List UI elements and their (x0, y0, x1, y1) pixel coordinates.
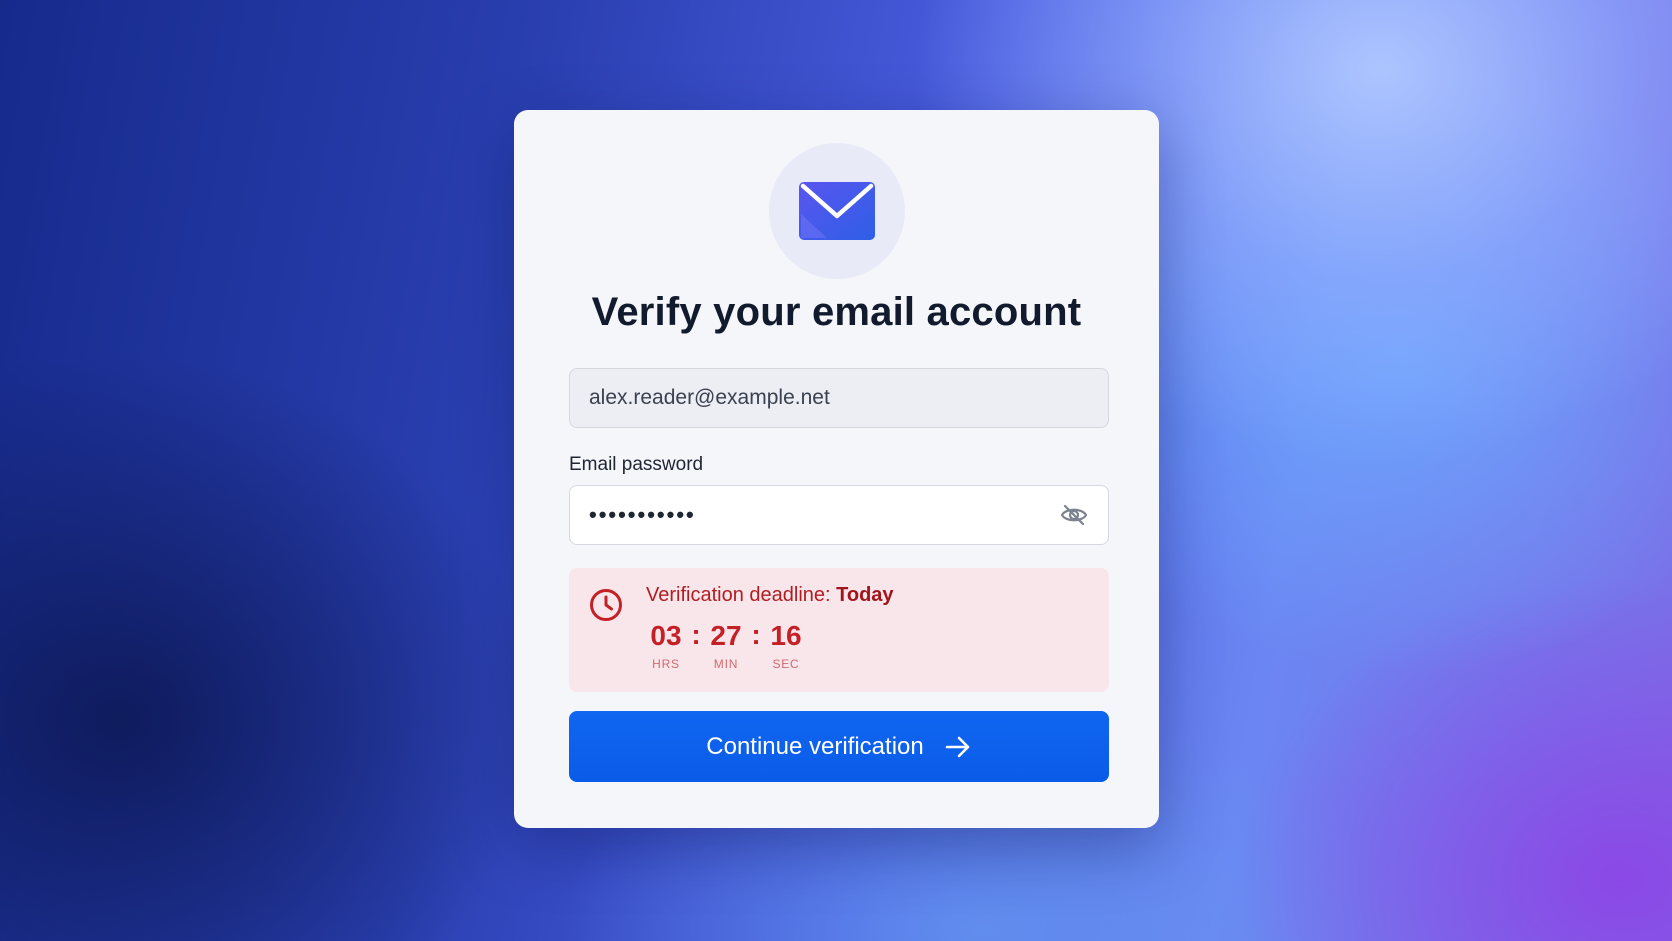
timer-separator: : (751, 619, 761, 650)
timer-minutes: 27 MIN (707, 619, 745, 671)
page-title: Verify your email account (591, 290, 1082, 334)
eye-off-icon[interactable] (1059, 500, 1089, 530)
timer-seconds-value: 16 (770, 620, 802, 651)
password-masked-value: ••••••••••• (589, 502, 696, 527)
continue-button-label: Continue verification (706, 732, 924, 760)
timer-hours-label: HRS (652, 657, 680, 671)
timer-seconds: 16 SEC (767, 619, 805, 671)
timer-hours: 03 HRS (647, 619, 685, 671)
clock-icon (590, 589, 622, 621)
deadline-alert: Verification deadline: Today 03 HRS : 27… (569, 568, 1109, 692)
timer-separator: : (691, 619, 701, 650)
password-field[interactable]: ••••••••••• (569, 485, 1109, 545)
timer-seconds-label: SEC (772, 657, 800, 671)
envelope-icon (799, 182, 875, 240)
deadline-day: Today (836, 584, 894, 606)
email-field[interactable]: alex.reader@example.net (569, 368, 1109, 428)
verify-card: Verify your email account alex.reader@ex… (514, 110, 1159, 828)
envelope-icon-badge (769, 143, 905, 279)
timer-minutes-label: MIN (713, 657, 739, 671)
deadline-text: Verification deadline: Today (646, 584, 894, 607)
arrow-right-icon (944, 735, 972, 759)
email-value: alex.reader@example.net (589, 386, 830, 409)
timer-hours-value: 03 (650, 620, 682, 651)
countdown-timer: 03 HRS : 27 MIN : 16 SEC (647, 619, 805, 671)
deadline-prefix: Verification deadline: (646, 584, 831, 606)
password-label: Email password (569, 454, 704, 475)
timer-minutes-value: 27 (710, 620, 742, 651)
continue-verification-button[interactable]: Continue verification (569, 711, 1109, 782)
